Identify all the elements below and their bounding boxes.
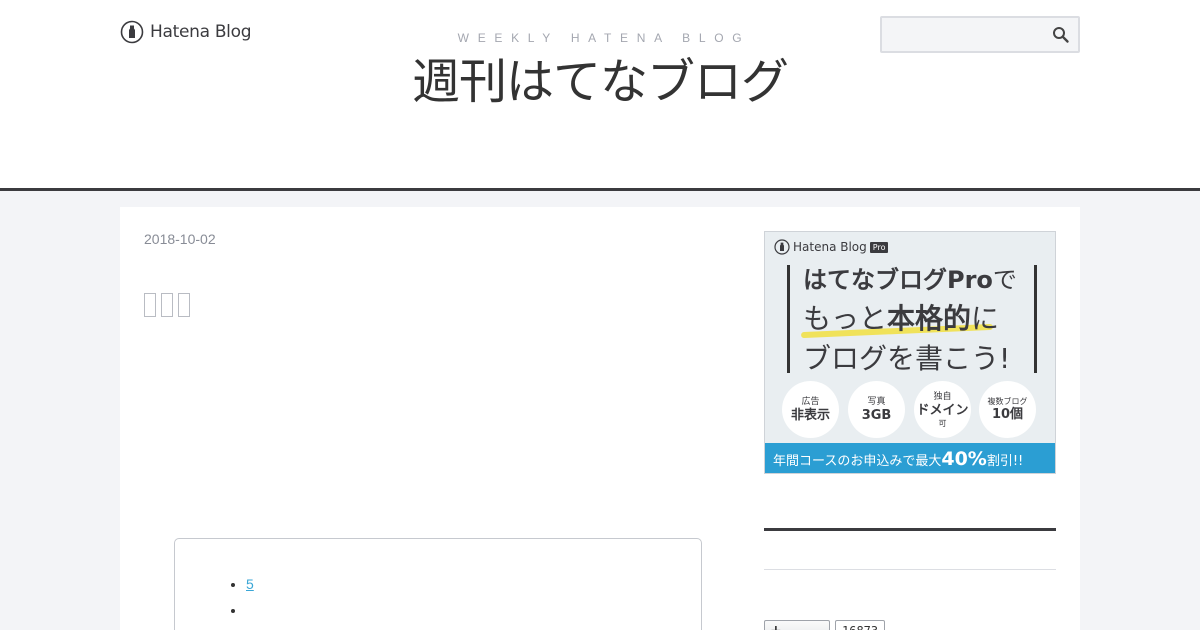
- pro-logo-text: Hatena Blog: [793, 240, 867, 254]
- banner-headline-2: もっと本格的に: [803, 302, 1000, 335]
- entry-date[interactable]: 2018-10-02: [144, 231, 216, 247]
- bracket-left: [787, 265, 790, 373]
- toc-link[interactable]: 5: [246, 571, 308, 597]
- sidebar-section-divider: [764, 528, 1056, 531]
- site-header: Hatena Blog WEEKLY HATENA BLOG 週刊はてなブログ: [0, 0, 1200, 191]
- toc-item: 5: [246, 571, 308, 597]
- banner-headline-1: はてなブログProで: [803, 266, 1017, 294]
- subscribe-widget: + 16873: [764, 620, 886, 630]
- feature-ad-free: 広告 非表示: [782, 381, 839, 438]
- toc-list: 5: [246, 571, 308, 630]
- hatena-logo-icon: [774, 239, 790, 255]
- search-form: [880, 16, 1080, 53]
- banner-discount-strip: 年間コースのお申込みで最大40%割引!!: [765, 443, 1055, 473]
- pro-tag: Pro: [869, 241, 889, 253]
- table-of-contents: 5: [174, 538, 702, 630]
- hatena-blog-pro-banner[interactable]: Hatena Blog Pro はてなブログProで もっと本格的に ブログを書…: [764, 231, 1056, 474]
- toc-item: [246, 623, 308, 630]
- bracket-right: [1034, 265, 1037, 373]
- entry-title-glyph: [178, 293, 190, 317]
- entry-title-glyph: [144, 293, 156, 317]
- search-button[interactable]: [1052, 25, 1072, 45]
- toc-item: [246, 597, 308, 623]
- main-content: 2018-10-02 5 Hatena Blog Pro はてなブログP: [120, 207, 1080, 630]
- sidebar-divider: [764, 569, 1056, 570]
- search-input[interactable]: [882, 18, 1042, 51]
- pro-banner-logo: Hatena Blog Pro: [774, 239, 889, 255]
- feature-custom-domain: 独自 ドメイン 可: [914, 381, 971, 438]
- entry-title[interactable]: [144, 293, 190, 317]
- banner-headline-3: ブログを書こう!: [803, 342, 1011, 375]
- search-icon: [1053, 27, 1069, 43]
- feature-circles: 広告 非表示 写真 3GB 独自 ドメイン 可 複数ブログ 10個: [782, 381, 1042, 439]
- feature-multiple-blogs: 複数ブログ 10個: [979, 381, 1036, 438]
- feature-photo-storage: 写真 3GB: [848, 381, 905, 438]
- subscriber-count[interactable]: 16873: [835, 620, 886, 630]
- subscribe-button[interactable]: +: [764, 620, 830, 630]
- entry-title-glyph: [161, 293, 173, 317]
